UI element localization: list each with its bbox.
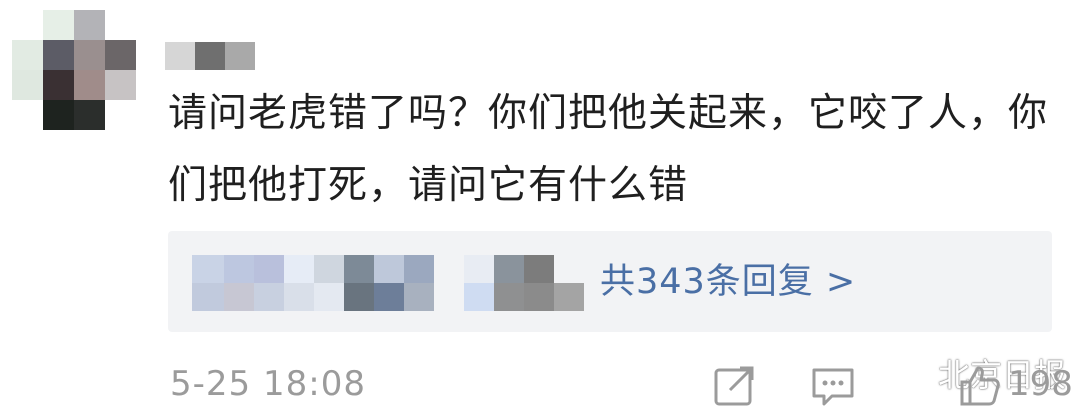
avatar[interactable] <box>12 10 136 130</box>
like-icon[interactable] <box>956 364 1004 408</box>
like-count: 198 <box>1008 364 1073 404</box>
view-replies-link[interactable]: 共343条回复 > <box>600 257 856 307</box>
wechat-icon <box>898 361 931 387</box>
comment-card: 请问老虎错了吗？你们把他关起来，它咬了人，你们把他打死，请问它有什么错 共343… <box>0 0 1080 419</box>
comment-text: 请问老虎错了吗？你们把他关起来，它咬了人，你们把他打死，请问它有什么错 <box>168 91 1049 208</box>
timestamp: 5-25 18:08 <box>170 364 366 404</box>
comment-icon[interactable] <box>810 364 858 408</box>
share-icon[interactable] <box>712 364 760 408</box>
reply-avatars <box>192 255 584 311</box>
username[interactable] <box>165 42 255 70</box>
reply-preview[interactable]: 共343条回复 > <box>168 231 1052 332</box>
